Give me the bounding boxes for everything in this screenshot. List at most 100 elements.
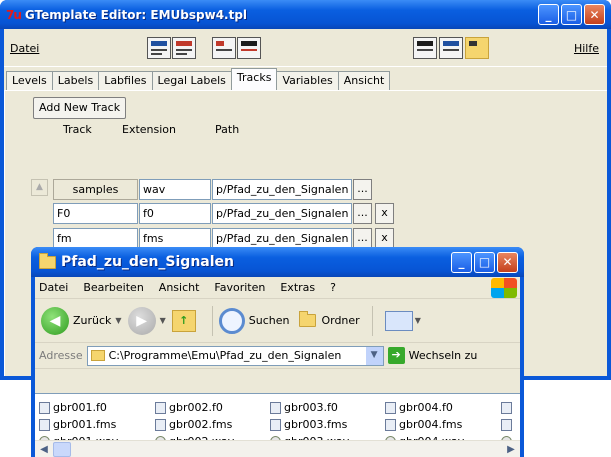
explorer-title-bar[interactable]: Pfad_zu_den_Signalen _ □ ✕ xyxy=(31,247,524,277)
forward-arrow-icon[interactable]: ▶ xyxy=(127,306,156,335)
browse-path-button[interactable]: ... xyxy=(353,179,372,200)
tab-legal-labels[interactable]: Legal Labels xyxy=(151,71,232,90)
folders-button-label[interactable]: Ordner xyxy=(321,314,359,327)
edit-template-icon[interactable] xyxy=(172,37,196,59)
explorer-body: Datei Bearbeiten Ansicht Favoriten Extra… xyxy=(35,277,520,457)
explorer-toolbar: ◀ Zurück ▼ ▶ ▼ ↑ Suchen Ordner ▼ xyxy=(35,299,520,343)
address-bar: Adresse C:\Programme\Emu\Pfad_zu_den_Sig… xyxy=(35,343,520,369)
extension-field[interactable]: f0 xyxy=(139,203,211,224)
explorer-window: Pfad_zu_den_Signalen _ □ ✕ Datei Bearbei… xyxy=(31,247,524,457)
scroll-thumb[interactable] xyxy=(53,442,71,457)
horizontal-scrollbar[interactable]: ◀ ▶ xyxy=(35,440,520,457)
close-button[interactable]: ✕ xyxy=(584,4,605,25)
minimize-button[interactable]: _ xyxy=(538,4,559,25)
save-icon[interactable] xyxy=(237,37,261,59)
go-arrow-icon[interactable]: ➔ xyxy=(387,347,405,364)
file-item-partial[interactable] xyxy=(501,417,515,432)
extension-field[interactable]: wav xyxy=(139,179,211,200)
minimize-button[interactable]: _ xyxy=(451,251,472,273)
explorer-title: Pfad_zu_den_Signalen xyxy=(61,254,234,270)
search-button-label[interactable]: Suchen xyxy=(249,314,290,327)
file-icon xyxy=(155,401,166,414)
maximize-button[interactable]: □ xyxy=(474,251,495,273)
back-arrow-icon[interactable]: ◀ xyxy=(41,306,69,335)
tab-labels[interactable]: Labels xyxy=(51,71,100,90)
column-header-track: Track xyxy=(63,123,92,136)
file-item[interactable]: gbr002.f0 xyxy=(155,400,223,415)
add-new-track-button[interactable]: Add New Track xyxy=(33,97,127,119)
go-button-label[interactable]: Wechseln zu xyxy=(409,349,478,362)
column-header-extension: Extension xyxy=(122,123,177,136)
app-logo-icon: 7u xyxy=(6,7,22,22)
gtemplate-title-bar[interactable]: 7u GTemplate Editor: EMUbspw4.tpl _ □ ✕ xyxy=(0,0,611,29)
menu-datei[interactable]: Datei xyxy=(39,281,68,294)
file-icon xyxy=(270,401,281,414)
address-text: C:\Programme\Emu\Pfad_zu_den_Signalen xyxy=(108,349,342,362)
menu-hilfe[interactable]: Hilfe xyxy=(574,42,599,55)
forward-dropdown-icon[interactable]: ▼ xyxy=(160,316,166,325)
file-icon xyxy=(39,401,50,414)
file-item-partial[interactable] xyxy=(501,400,515,415)
close-button[interactable]: ✕ xyxy=(497,251,518,273)
new-template-icon[interactable] xyxy=(147,37,171,59)
extension-field[interactable]: fms xyxy=(139,228,211,249)
remove-track-button[interactable]: x xyxy=(375,203,394,224)
gtemplate-menubar: Datei Hilfe xyxy=(4,29,607,67)
file-icon xyxy=(385,401,396,414)
menu-ansicht[interactable]: Ansicht xyxy=(159,281,200,294)
exit-door-icon[interactable] xyxy=(465,37,489,59)
back-dropdown-icon[interactable]: ▼ xyxy=(115,316,121,325)
file-item[interactable]: gbr002.fms xyxy=(155,417,232,432)
tab-labfiles[interactable]: Labfiles xyxy=(98,71,153,90)
remove-track-button[interactable]: x xyxy=(375,228,394,249)
menu-datei[interactable]: Datei xyxy=(10,42,39,55)
file-item[interactable]: gbr001.fms xyxy=(39,417,116,432)
view-mode-icon[interactable] xyxy=(384,310,413,331)
browse-path-button[interactable]: ... xyxy=(353,228,372,249)
file-item[interactable]: gbr003.f0 xyxy=(270,400,338,415)
track-name-field: samples xyxy=(53,179,138,200)
path-field[interactable]: p/Pfad_zu_den_Signalen xyxy=(212,179,352,200)
windows-logo-icon xyxy=(491,278,517,298)
track-name-field[interactable]: fm xyxy=(53,228,138,249)
search-icon[interactable] xyxy=(218,307,245,334)
file-item[interactable]: gbr003.fms xyxy=(270,417,347,432)
explorer-menubar: Datei Bearbeiten Ansicht Favoriten Extra… xyxy=(35,277,520,299)
browse-path-button[interactable]: ... xyxy=(353,203,372,224)
file-item[interactable]: gbr004.f0 xyxy=(385,400,453,415)
maximize-button[interactable]: □ xyxy=(561,4,582,25)
import-icon[interactable] xyxy=(212,37,236,59)
track-name-field[interactable]: F0 xyxy=(53,203,138,224)
menu-extras[interactable]: Extras xyxy=(280,281,315,294)
file-icon xyxy=(270,418,281,431)
address-dropdown-icon[interactable]: ▼ xyxy=(365,346,383,365)
folders-icon[interactable] xyxy=(299,311,317,327)
folder-icon xyxy=(39,252,56,269)
exit-icon[interactable] xyxy=(413,37,437,59)
view-dropdown-icon[interactable]: ▼ xyxy=(415,316,421,325)
file-item[interactable]: gbr001.f0 xyxy=(39,400,107,415)
menu-help[interactable]: ? xyxy=(330,281,336,294)
help-icon[interactable] xyxy=(439,37,463,59)
file-list: gbr001.f0 gbr002.f0 gbr003.f0 gbr004.f0 … xyxy=(35,393,520,457)
address-label: Adresse xyxy=(39,349,83,362)
scroll-left-icon[interactable]: ◀ xyxy=(36,442,52,457)
address-input[interactable]: C:\Programme\Emu\Pfad_zu_den_Signalen ▼ xyxy=(86,345,384,366)
back-button-label[interactable]: Zurück xyxy=(73,314,111,327)
scroll-up-button[interactable]: ▲ xyxy=(31,179,48,196)
scroll-right-icon[interactable]: ▶ xyxy=(503,442,519,457)
menu-favoriten[interactable]: Favoriten xyxy=(214,281,265,294)
file-item[interactable]: gbr004.fms xyxy=(385,417,462,432)
window-title: GTemplate Editor: EMUbspw4.tpl xyxy=(24,7,248,22)
tab-levels[interactable]: Levels xyxy=(6,71,53,90)
tab-ansicht[interactable]: Ansicht xyxy=(337,71,391,90)
tab-tracks[interactable]: Tracks xyxy=(230,68,278,90)
path-field[interactable]: p/Pfad_zu_den_Signalen xyxy=(212,228,352,249)
folder-up-icon[interactable]: ↑ xyxy=(171,309,196,332)
path-field[interactable]: p/Pfad_zu_den_Signalen xyxy=(212,203,352,224)
file-icon xyxy=(155,418,166,431)
tab-variables[interactable]: Variables xyxy=(276,71,339,90)
menu-bearbeiten[interactable]: Bearbeiten xyxy=(83,281,143,294)
file-icon xyxy=(501,401,512,414)
folder-icon xyxy=(90,350,105,361)
